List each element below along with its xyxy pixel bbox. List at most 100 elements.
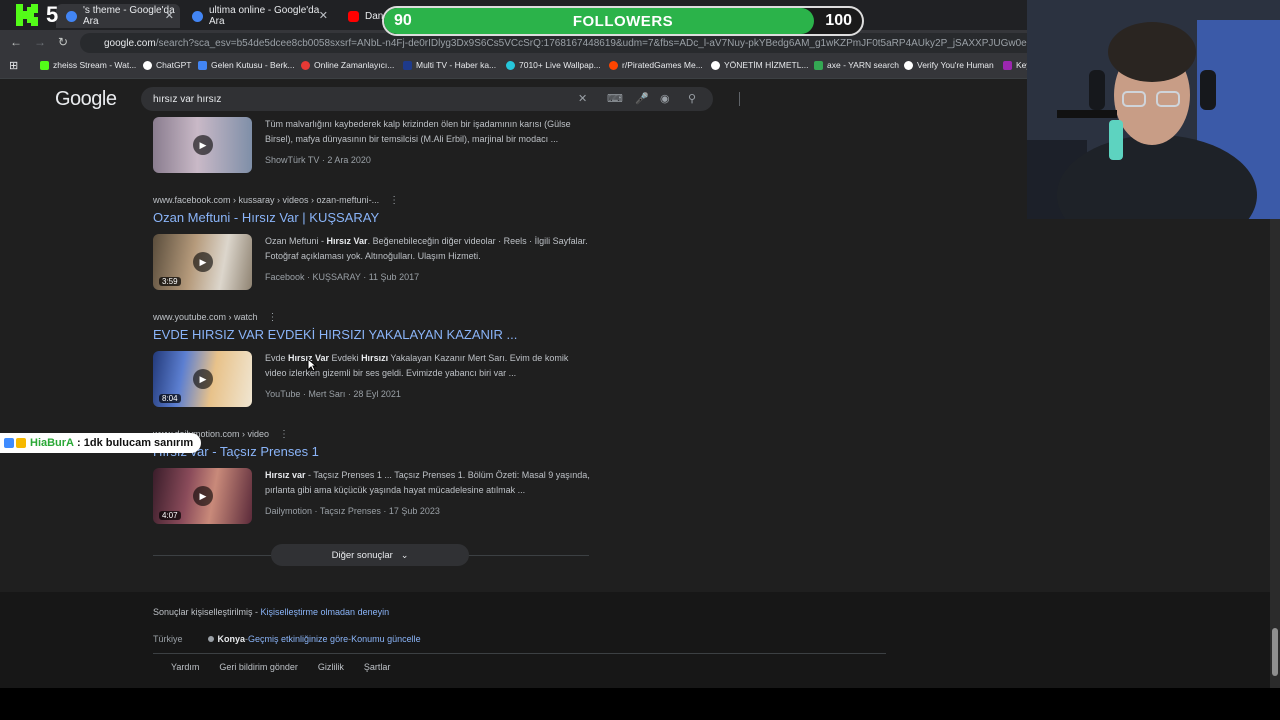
keyboard-icon[interactable]: ⌨ xyxy=(607,92,623,105)
result-title[interactable]: Hırsız var - Taçsız Prenses 1 xyxy=(153,444,593,462)
apps-grid-icon[interactable]: ⊞ xyxy=(9,59,18,72)
logo-number: 5 xyxy=(46,2,59,27)
update-location-link[interactable]: Konumu güncelle xyxy=(351,634,421,644)
result-meta: Dailymotion · Taçsız Prenses · 17 Şub 20… xyxy=(265,506,440,516)
search-input[interactable] xyxy=(153,87,553,111)
tab[interactable]: ultima online - Google'da Ara ✕ xyxy=(184,4,334,28)
lens-icon[interactable]: ◉ xyxy=(660,92,670,105)
help-link[interactable]: Yardım xyxy=(171,662,199,672)
streamer-image xyxy=(1027,0,1280,219)
bookmark-item[interactable]: zheiss Stream - Wat... xyxy=(40,60,136,70)
google-logo[interactable]: Google xyxy=(55,88,117,111)
result-body: ▶ Tüm malvarlığını kaybederek kalp krizi… xyxy=(153,117,593,175)
result-meta: YouTube · Mert Sarı · 28 Eyl 2021 xyxy=(265,389,401,399)
google-favicon-icon xyxy=(66,10,77,22)
globe-icon xyxy=(711,60,720,70)
follower-goal-bar: 90 FOLLOWERS 100 xyxy=(382,6,864,36)
footer-divider xyxy=(153,653,886,654)
youtube-favicon-icon xyxy=(348,10,359,22)
search-divider xyxy=(739,92,740,106)
more-options-icon[interactable]: ⋮ xyxy=(389,195,399,206)
location-source-link[interactable]: Geçmiş etkinliğinize göre xyxy=(248,634,348,644)
terms-link[interactable]: Şartlar xyxy=(364,662,391,672)
bookmark-item[interactable]: 7010+ Live Wallpap... xyxy=(506,60,601,70)
result-meta: Facebook · KUŞSARAY · 11 Şub 2017 xyxy=(265,272,420,282)
search-result: www.dailymotion.com › video ⋮ Hırsız var … xyxy=(153,427,593,526)
scrollbar-thumb[interactable] xyxy=(1272,628,1278,676)
back-arrow-icon[interactable]: ← xyxy=(10,35,22,49)
reload-icon[interactable]: ↻ xyxy=(58,35,68,49)
chatgpt-icon xyxy=(143,60,152,70)
video-duration: 3:59 xyxy=(159,277,181,286)
follower-count-target: 100 xyxy=(825,12,852,29)
more-options-icon[interactable]: ⋮ xyxy=(279,429,289,440)
more-results-button[interactable]: Diğer sonuçlar ⌄ xyxy=(271,544,469,566)
more-options-icon[interactable]: ⋮ xyxy=(268,312,278,323)
bookmark-item[interactable]: Gelen Kutusu - Berk... xyxy=(198,60,295,70)
tab-label: ultima online - Google'da Ara xyxy=(209,5,320,27)
bookmark-item[interactable]: ChatGPT xyxy=(143,60,191,70)
kick-icon xyxy=(40,60,49,70)
chat-message-overlay: HiaBurA : 1dk bulucam sanırım xyxy=(0,433,202,453)
result-body: ▶ 8:04 Evde Hırsız Var Evdeki Hırsızı Ya… xyxy=(153,351,593,409)
url-path: /search?sca_esv=b54de5dcee8cb0058sxsrf=A… xyxy=(155,37,1040,49)
video-thumbnail[interactable]: ▶ xyxy=(153,117,252,173)
feedback-link[interactable]: Geri bildirim gönder xyxy=(219,662,298,672)
bookmark-item[interactable]: YÖNETİM HİZMETL... xyxy=(711,60,809,70)
bookmark-item[interactable]: Online Zamanlayıcı... xyxy=(301,60,394,70)
result-title[interactable]: EVDE HIRSIZ VAR EVDEKİ HIRSIZI YAKALAYAN… xyxy=(153,327,593,345)
play-icon: ▶ xyxy=(193,369,213,389)
bookmark-item[interactable]: Verify You're Human xyxy=(904,60,994,70)
personalization-note: Sonuçlar kişiselleştirilmiş - Kişiselleş… xyxy=(153,607,390,617)
tab-active[interactable]: 's theme - Google'da Ara ✕ xyxy=(56,4,180,28)
privacy-link[interactable]: Gizlilik xyxy=(318,662,344,672)
video-thumbnail[interactable]: ▶ 4:07 xyxy=(153,468,252,524)
google-favicon-icon xyxy=(192,10,203,22)
chevron-down-icon: ⌄ xyxy=(400,549,409,560)
wallpaper-icon xyxy=(506,60,515,70)
footer-links: Yardım Geri bildirim gönder Gizlilik Şar… xyxy=(171,662,410,672)
search-box[interactable]: ✕ ⌨ 🎤 ◉ ⚲ xyxy=(141,87,740,111)
result-cite[interactable]: www.facebook.com › kussaray › videos › o… xyxy=(153,193,593,207)
result-cite[interactable]: www.youtube.com › watch ⋮ xyxy=(153,310,593,324)
reddit-icon xyxy=(609,60,618,70)
key-icon xyxy=(1003,60,1012,70)
search-result: www.youtube.com › watch ⋮ EVDE HIRSIZ VAR… xyxy=(153,310,593,409)
vip-badge-icon xyxy=(16,438,26,448)
bookmark-item[interactable]: r/PiratedGames Me... xyxy=(609,60,703,70)
result-meta: ShowTürk TV · 2 Ara 2020 xyxy=(265,155,371,165)
kick-logo: 5 xyxy=(0,0,62,30)
bookmark-item[interactable]: Multi TV - Haber ka... xyxy=(403,60,496,70)
result-cite[interactable]: www.dailymotion.com › video ⋮ xyxy=(153,427,593,441)
video-duration: 8:04 xyxy=(159,394,181,403)
search-result: ▶ Tüm malvarlığını kaybederek kalp krizi… xyxy=(153,117,593,175)
result-body: ▶ 3:59 Ozan Meftuni - Hırsız Var. Beğene… xyxy=(153,234,593,292)
result-snippet: Hırsız var - Taçsız Prenses 1 ... Taçsız… xyxy=(265,470,590,495)
video-duration: 4:07 xyxy=(159,511,181,520)
search-icon[interactable]: ⚲ xyxy=(688,92,696,105)
shield-icon xyxy=(904,60,913,70)
yarn-icon xyxy=(814,60,823,70)
result-title[interactable]: Ozan Meftuni - Hırsız Var | KUŞSARAY xyxy=(153,210,593,228)
address-bar[interactable]: google.com/search?sca_esv=b54de5dcee8cb0… xyxy=(80,33,1040,53)
play-icon: ▶ xyxy=(193,252,213,272)
video-thumbnail[interactable]: ▶ 3:59 xyxy=(153,234,252,290)
chat-username: HiaBurA xyxy=(30,437,75,449)
page-footer: Sonuçlar kişiselleştirilmiş - Kişiselleş… xyxy=(0,592,1270,688)
play-icon: ▶ xyxy=(193,135,213,155)
tab-close-icon[interactable]: ✕ xyxy=(165,9,174,22)
result-snippet: Ozan Meftuni - Hırsız Var. Beğenebileceğ… xyxy=(265,236,588,261)
location-dot-icon xyxy=(207,636,214,642)
clear-icon[interactable]: ✕ xyxy=(578,92,587,105)
forward-arrow-icon[interactable]: → xyxy=(34,35,46,49)
try-without-personalization-link[interactable]: Kişiselleştirme olmadan deneyin xyxy=(261,607,390,617)
bookmark-item[interactable]: axe - YARN search xyxy=(814,60,899,70)
subscriber-badge-icon xyxy=(4,438,14,448)
result-body: ▶ 4:07 Hırsız var - Taçsız Prenses 1 ...… xyxy=(153,468,593,526)
result-snippet: Tüm malvarlığını kaybederek kalp krizind… xyxy=(265,119,571,144)
timer-icon xyxy=(301,60,310,70)
tab-close-icon[interactable]: ✕ xyxy=(319,9,328,22)
microphone-icon[interactable]: 🎤 xyxy=(635,92,649,105)
video-thumbnail[interactable]: ▶ 8:04 xyxy=(153,351,252,407)
search-result: www.facebook.com › kussaray › videos › o… xyxy=(153,193,593,292)
